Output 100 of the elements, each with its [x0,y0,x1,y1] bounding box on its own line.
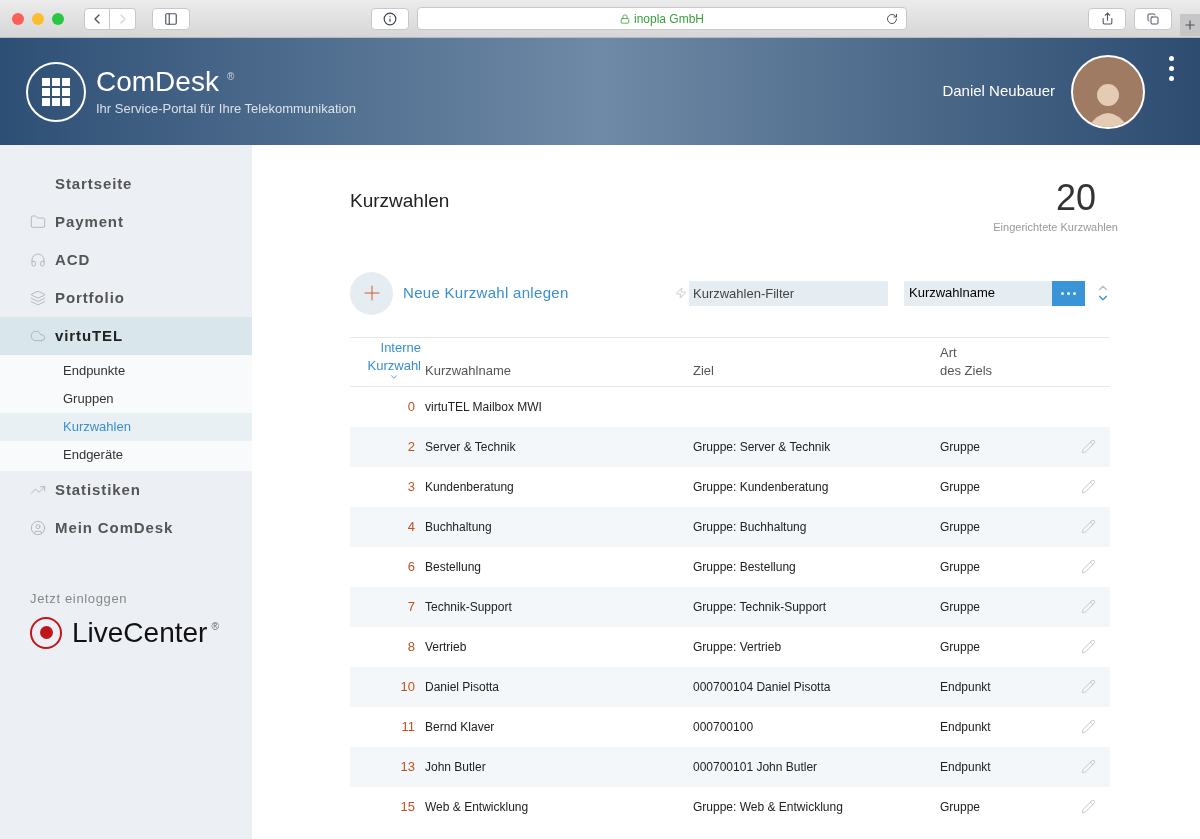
edit-icon[interactable] [1081,799,1096,814]
edit-icon[interactable] [1081,679,1096,694]
share-icon [1100,12,1114,25]
shortcut-number: 15 [399,797,416,816]
reload-icon[interactable] [886,12,898,25]
close-window-icon[interactable] [12,12,24,25]
table-cell-text: Buchhaltung [425,518,493,536]
table-cell-text: Vertrieb [425,638,468,656]
table-cell-text: Gruppe: Bestellung [693,558,797,576]
page-title: Kurzwahlen [350,189,450,213]
sidebar-subitem[interactable]: Gruppen [0,385,252,413]
shortcut-number: 13 [399,757,416,776]
brand-name: ComDesk [96,64,219,99]
grid-logo-icon [26,61,86,122]
table-cell-text: Gruppe [940,598,982,616]
column-header[interactable]: Kurzwahlname [425,343,693,380]
address-bar[interactable]: inopla GmbH [417,7,907,30]
headset-icon [30,252,46,268]
sort-field[interactable]: Kurzwahlname [904,280,1085,306]
lightning-icon [675,287,687,299]
table-cell-text: John Butler [425,758,487,776]
table-cell-text: Gruppe [940,518,982,536]
table-cell-text: Daniel Pisotta [425,678,501,696]
share-button[interactable] [1088,7,1126,30]
shortcut-number: 0 [406,397,416,416]
info-icon [383,11,397,26]
edit-icon[interactable] [1081,519,1096,534]
table-cell-text: Gruppe: Technik-Support [693,598,828,616]
edit-icon[interactable] [1081,639,1096,654]
user-name: Daniel Neubauer [942,81,1055,102]
sort-caret-icon [389,372,399,382]
cloud-icon [30,328,46,344]
count-label: Eingerichtete Kurzwahlen [993,220,1118,235]
more-button[interactable] [1052,280,1085,306]
table-cell-text: virtuTEL Mailbox MWI [425,398,543,416]
count-number: 20 [1055,177,1096,219]
filter-field[interactable]: Kurzwahlen-Filter [689,280,888,306]
shortcut-number: 4 [406,517,416,536]
table-cell-text: Gruppe [940,558,982,576]
table-cell-text: Gruppe: Buchhaltung [693,518,808,536]
sidebar-icon [164,11,178,26]
sidebar-item[interactable]: Startseite [0,165,252,203]
shortcut-number: 11 [400,717,416,736]
layers-icon [30,290,46,306]
shortcut-number: 10 [399,677,416,696]
sidebar-toggle-button[interactable] [152,7,190,30]
table-cell-text: 000700100 [693,718,755,736]
column-header[interactable]: Interne Kurzwahl [350,339,425,382]
sidebar-item[interactable]: virtuTEL [0,317,252,355]
table-cell-text: Server & Technik [425,438,517,456]
sidebar-subitem[interactable]: Endpunkte [0,357,252,385]
shortcut-number: 2 [406,437,416,456]
sidebar-item[interactable]: Payment [0,203,252,241]
table-cell-text: Endpunkt [940,758,992,776]
column-header[interactable]: Art des Ziels [940,343,1060,380]
table-cell-text: 000700104 Daniel Pisotta [693,678,832,696]
login-hint: Jetzt einloggen [30,590,129,608]
livecenter-link[interactable]: LiveCenter [72,614,208,651]
sidebar-subitem[interactable]: Endgeräte [0,441,252,469]
tabs-button[interactable] [1134,7,1172,30]
table-cell-text: Gruppe [940,478,982,496]
folder-icon [30,214,46,230]
edit-icon[interactable] [1081,719,1096,734]
table-cell-text: Endpunkt [940,718,992,736]
registered-mark: ® [226,69,235,84]
table-cell-text: Kundenberatung [425,478,515,496]
info-button[interactable] [371,7,409,30]
plus-icon [1183,17,1197,32]
sidebar-item[interactable]: Mein ComDesk [0,509,252,547]
shortcut-number: 7 [406,597,416,616]
sidebar-item[interactable]: ACD [0,241,252,279]
address-text: inopla GmbH [634,10,704,28]
back-button[interactable] [84,7,110,30]
table-cell-text: Gruppe [940,438,982,456]
table-cell-text: Gruppe: Web & Entwicklung [693,798,844,816]
record-icon [30,616,62,649]
column-header[interactable]: Ziel [693,343,940,380]
table-cell-text: Bernd Klaver [425,718,496,736]
edit-icon[interactable] [1081,479,1096,494]
registered-mark: ® [211,619,219,634]
table-cell-text: 000700101 John Butler [693,758,819,776]
tagline: Ihr Service-Portal für Ihre Telekommunikation [96,99,356,118]
edit-icon[interactable] [1081,559,1096,574]
table-cell-text: Gruppe [940,798,982,816]
edit-icon[interactable] [1081,599,1096,614]
new-shortcut-button[interactable]: Neue Kurzwahl anlegen [350,271,569,315]
forward-button[interactable] [110,7,136,30]
more-menu-icon[interactable] [1169,56,1174,81]
sidebar-item[interactable]: Statistiken [0,471,252,509]
edit-icon[interactable] [1081,759,1096,774]
tabs-icon [1147,12,1159,25]
maximize-window-icon[interactable] [52,12,64,25]
edit-icon[interactable] [1081,439,1096,454]
minimize-window-icon[interactable] [32,12,44,25]
sidebar-item[interactable]: Portfolio [0,279,252,317]
table-cell-text: Endpunkt [940,678,992,696]
shortcut-number: 3 [406,477,416,496]
table-cell-text: Gruppe: Server & Technik [693,438,832,456]
new-tab-button[interactable] [1180,13,1200,36]
table-cell-text: Gruppe [940,638,982,656]
